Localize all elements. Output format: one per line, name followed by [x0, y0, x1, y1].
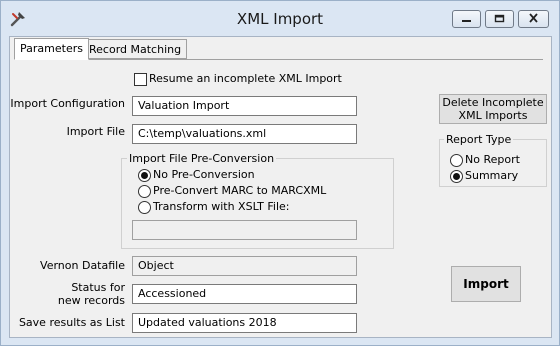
radio-no-report-label: No Report: [465, 153, 520, 166]
radio-transform-xslt[interactable]: [138, 201, 151, 214]
minimize-icon: [461, 13, 472, 26]
radio-summary-label: Summary: [465, 169, 519, 182]
status-label-line2: new records: [57, 294, 125, 307]
delete-incomplete-button[interactable]: Delete Incomplete XML Imports: [439, 94, 547, 124]
status-label-line1: Status for: [71, 281, 125, 294]
radio-summary[interactable]: [450, 170, 463, 183]
save-list-field[interactable]: Updated valuations 2018: [132, 313, 357, 333]
radio-preconvert-marc[interactable]: [138, 185, 151, 198]
datafile-label: Vernon Datafile: [40, 259, 125, 272]
tab-record-matching[interactable]: Record Matching: [83, 39, 188, 59]
radio-no-preconversion-label: No Pre-Conversion: [153, 168, 255, 181]
import-file-label: Import File: [66, 125, 125, 138]
import-button[interactable]: Import: [451, 266, 521, 302]
delete-button-line1: Delete Incomplete: [442, 96, 544, 109]
import-file-field[interactable]: C:\temp\valuations.xml: [132, 124, 357, 144]
dialog-client-area: Parameters Record Matching Resume an inc…: [9, 36, 552, 338]
status-label: Status for new records: [10, 281, 125, 307]
tab-strip-divider: [14, 59, 543, 60]
datafile-field: Object: [132, 256, 357, 276]
save-list-label: Save results as List: [18, 316, 125, 329]
status-field[interactable]: Accessioned: [132, 284, 357, 304]
restore-button[interactable]: [485, 10, 514, 28]
minimize-button[interactable]: [452, 10, 481, 28]
xslt-file-field[interactable]: [132, 220, 357, 240]
radio-preconvert-marc-label: Pre-Convert MARC to MARCXML: [153, 184, 327, 197]
report-type-title: Report Type: [444, 133, 514, 146]
import-config-label: Import Configuration: [10, 97, 125, 110]
tab-parameters[interactable]: Parameters: [14, 38, 89, 60]
xml-import-window: XML Import Parameters Record Matching Re…: [0, 0, 560, 346]
close-icon: [528, 12, 539, 26]
radio-no-report[interactable]: [450, 154, 463, 167]
resume-checkbox[interactable]: [134, 73, 147, 86]
delete-button-line2: XML Imports: [458, 109, 528, 122]
restore-icon: [494, 13, 505, 26]
radio-transform-xslt-label: Transform with XSLT File:: [153, 200, 290, 213]
title-bar[interactable]: XML Import: [1, 1, 559, 35]
close-button[interactable]: [518, 10, 549, 28]
import-config-field[interactable]: Valuation Import: [132, 96, 357, 116]
radio-no-preconversion[interactable]: [138, 169, 151, 182]
resume-checkbox-label: Resume an incomplete XML Import: [149, 72, 342, 85]
preconversion-title: Import File Pre-Conversion: [127, 152, 277, 165]
